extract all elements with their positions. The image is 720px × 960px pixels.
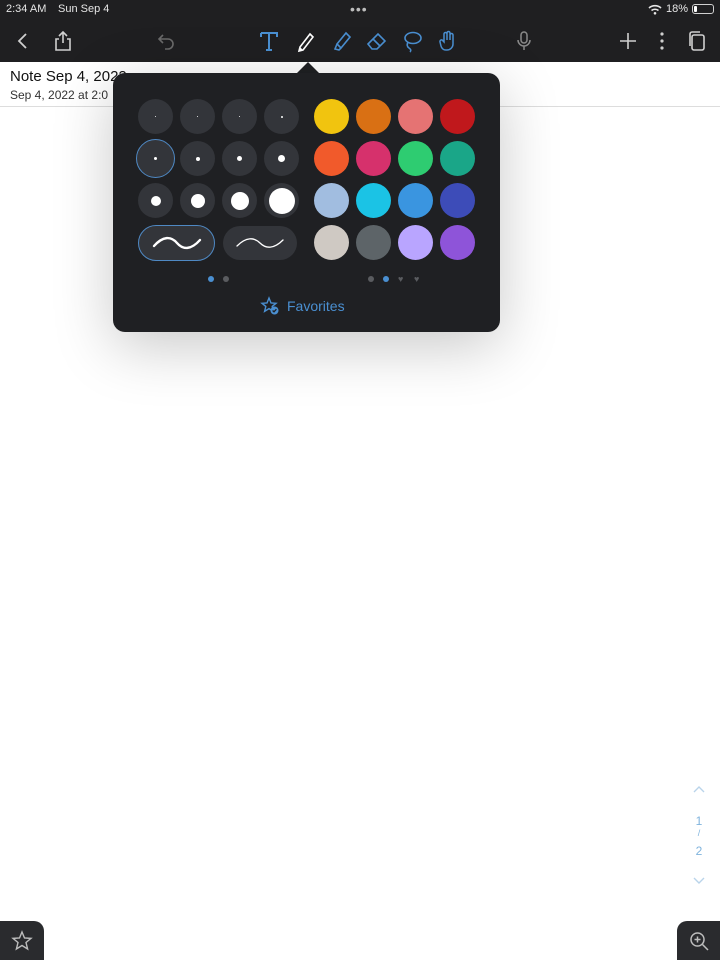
- color-swatch[interactable]: [440, 99, 475, 134]
- stroke-style-ballpoint[interactable]: [223, 226, 297, 260]
- pen-size-option-selected[interactable]: [136, 139, 175, 178]
- undo-button[interactable]: [153, 28, 179, 54]
- color-swatch[interactable]: [356, 141, 391, 176]
- color-swatch[interactable]: [398, 183, 433, 218]
- popover-caret: [297, 62, 319, 73]
- multitasking-dots-icon[interactable]: •••: [350, 1, 368, 17]
- pen-size-option[interactable]: [180, 183, 215, 218]
- color-swatch[interactable]: [440, 183, 475, 218]
- microphone-icon: [517, 31, 531, 50]
- page-navigator: 1 / 2: [684, 780, 714, 890]
- pen-size-option[interactable]: [180, 99, 215, 134]
- note-title[interactable]: Note Sep 4, 2022: [10, 68, 127, 85]
- plus-icon: [620, 33, 636, 49]
- pen-options-popover: ♥ ♥ Favorites: [113, 73, 500, 332]
- color-pager-dot[interactable]: [368, 276, 374, 282]
- color-swatch[interactable]: [398, 99, 433, 134]
- color-swatch[interactable]: [356, 183, 391, 218]
- eraser-tool-icon: [366, 32, 387, 50]
- color-swatch[interactable]: [314, 99, 349, 134]
- color-swatch[interactable]: [356, 225, 391, 260]
- lasso-tool-icon: [404, 31, 422, 53]
- battery-icon: [692, 4, 714, 14]
- color-swatch[interactable]: [314, 183, 349, 218]
- pen-size-option[interactable]: [138, 183, 173, 218]
- current-page-number: 1: [695, 814, 703, 828]
- pen-size-option[interactable]: [264, 141, 299, 176]
- zoom-button[interactable]: [677, 921, 720, 960]
- add-page-button[interactable]: [615, 28, 641, 54]
- highlighter-tool-icon: [333, 31, 352, 51]
- stroke-style-fountain[interactable]: [138, 225, 215, 261]
- hand-tool-button[interactable]: [435, 28, 461, 54]
- pen-size-option[interactable]: [138, 99, 173, 134]
- status-bar: 2:34 AM Sun Sep 4 ••• 18%: [0, 0, 720, 20]
- pen-size-option[interactable]: [264, 183, 299, 218]
- status-time: 2:34 AM: [6, 3, 47, 15]
- total-page-number: 2: [695, 844, 703, 858]
- favorites-corner-button[interactable]: [0, 921, 44, 960]
- note-date: Sep 4, 2022 at 2:0: [10, 88, 109, 102]
- pen-size-option[interactable]: [222, 141, 257, 176]
- color-swatch[interactable]: [314, 225, 349, 260]
- highlighter-tool-button[interactable]: [329, 28, 355, 54]
- pen-size-option[interactable]: [180, 141, 215, 176]
- back-icon: [17, 33, 27, 49]
- page-separator: /: [697, 828, 701, 838]
- stroke-wave-icon: [152, 236, 201, 250]
- color-swatch[interactable]: [440, 141, 475, 176]
- pen-pager-dot-active[interactable]: [208, 276, 214, 282]
- color-swatch[interactable]: [356, 99, 391, 134]
- toolbar: [0, 20, 720, 62]
- battery-level: [694, 6, 697, 12]
- status-date: Sun Sep 4: [58, 3, 110, 15]
- stroke-wave-icon: [236, 238, 284, 248]
- star-icon: [11, 929, 33, 951]
- color-swatch[interactable]: [440, 225, 475, 260]
- favorites-button[interactable]: Favorites: [260, 296, 345, 316]
- hand-tool-icon: [439, 30, 454, 51]
- pages-icon: [689, 31, 705, 51]
- more-button[interactable]: [649, 28, 675, 54]
- more-icon: [660, 32, 664, 50]
- zoom-in-icon: [689, 931, 709, 951]
- color-swatch[interactable]: [398, 141, 433, 176]
- battery-percent: 18%: [665, 3, 688, 15]
- pen-pager-dot[interactable]: [223, 276, 229, 282]
- text-tool-icon: [260, 32, 278, 51]
- pen-size-option[interactable]: [222, 99, 257, 134]
- share-icon: [55, 30, 71, 51]
- back-button[interactable]: [10, 28, 36, 54]
- eraser-tool-button[interactable]: [364, 28, 390, 54]
- undo-icon: [157, 34, 174, 50]
- favorite-heart-icon[interactable]: ♥: [398, 274, 403, 284]
- page-down-icon[interactable]: [692, 876, 706, 886]
- microphone-button[interactable]: [511, 28, 537, 54]
- color-swatch[interactable]: [398, 225, 433, 260]
- lasso-tool-button[interactable]: [399, 28, 425, 54]
- favorites-label: Favorites: [287, 298, 345, 314]
- color-pager-dot-active[interactable]: [383, 276, 389, 282]
- pages-button[interactable]: [684, 28, 710, 54]
- pen-size-option[interactable]: [264, 99, 299, 134]
- favorites-star-icon: [260, 296, 279, 315]
- share-button[interactable]: [50, 28, 76, 54]
- pen-size-option[interactable]: [222, 183, 257, 218]
- pen-tool-button[interactable]: [293, 28, 319, 54]
- text-tool-button[interactable]: [256, 28, 282, 54]
- wifi-icon: [648, 4, 662, 15]
- status-right: 18%: [648, 3, 714, 15]
- color-swatch[interactable]: [314, 141, 349, 176]
- pen-tool-icon: [297, 32, 315, 53]
- favorite-heart-icon[interactable]: ♥: [414, 274, 419, 284]
- page-up-icon[interactable]: [692, 784, 706, 794]
